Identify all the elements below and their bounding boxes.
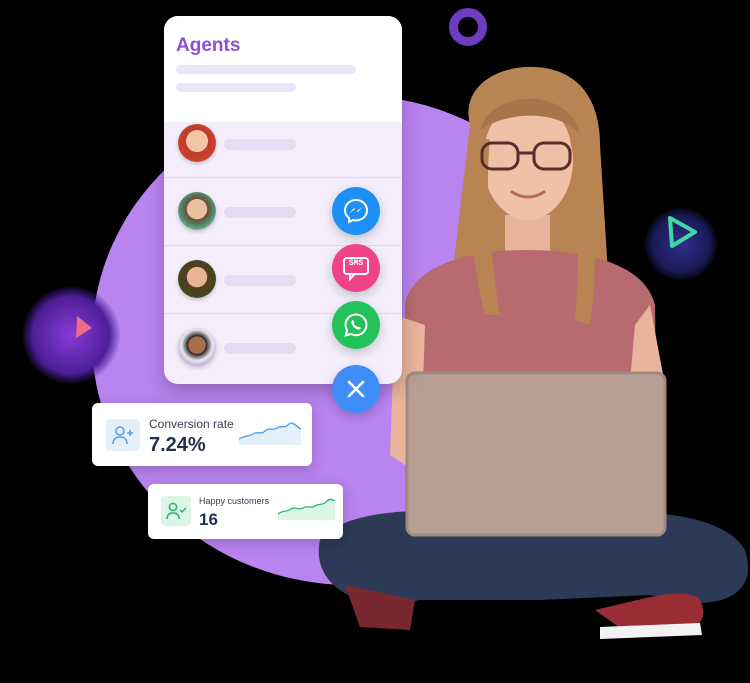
whatsapp-icon: [344, 313, 368, 337]
conversion-rate-value: 7.24%: [149, 434, 206, 456]
messenger-icon: [343, 198, 369, 224]
decorative-ring: [449, 8, 487, 46]
placeholder-line: [176, 83, 296, 92]
user-plus-icon: [106, 419, 140, 451]
agent-name-placeholder: [224, 275, 296, 286]
conversion-sparkline: [239, 422, 302, 445]
close-button[interactable]: [332, 365, 380, 413]
user-check-icon: [161, 496, 191, 526]
agent-name-placeholder: [224, 139, 296, 150]
sms-button[interactable]: SMS: [332, 244, 380, 292]
decorative-glow-left: [22, 286, 120, 384]
agent-avatar-2: [178, 192, 216, 230]
agent-row[interactable]: [164, 109, 402, 177]
agents-title: Agents: [176, 35, 241, 56]
messenger-button[interactable]: [332, 187, 380, 235]
whatsapp-button[interactable]: [332, 301, 380, 349]
sms-label: SMS: [348, 259, 364, 268]
conversion-rate-card: Conversion rate 7.24%: [92, 403, 312, 466]
agent-avatar-1: [178, 124, 216, 162]
conversion-rate-label: Conversion rate: [149, 417, 234, 431]
agents-card-header: Agents: [164, 16, 402, 122]
agent-avatar-4: [178, 328, 216, 366]
agent-name-placeholder: [224, 343, 296, 354]
happy-customers-sparkline: [278, 498, 336, 520]
placeholder-line: [176, 65, 356, 74]
agent-avatar-3: [178, 260, 216, 298]
happy-customers-value: 16: [199, 510, 218, 529]
happy-customers-card: Happy customers 16: [148, 484, 343, 539]
agent-name-placeholder: [224, 207, 296, 218]
close-icon: [347, 380, 365, 398]
happy-customers-label: Happy customers: [199, 496, 270, 506]
